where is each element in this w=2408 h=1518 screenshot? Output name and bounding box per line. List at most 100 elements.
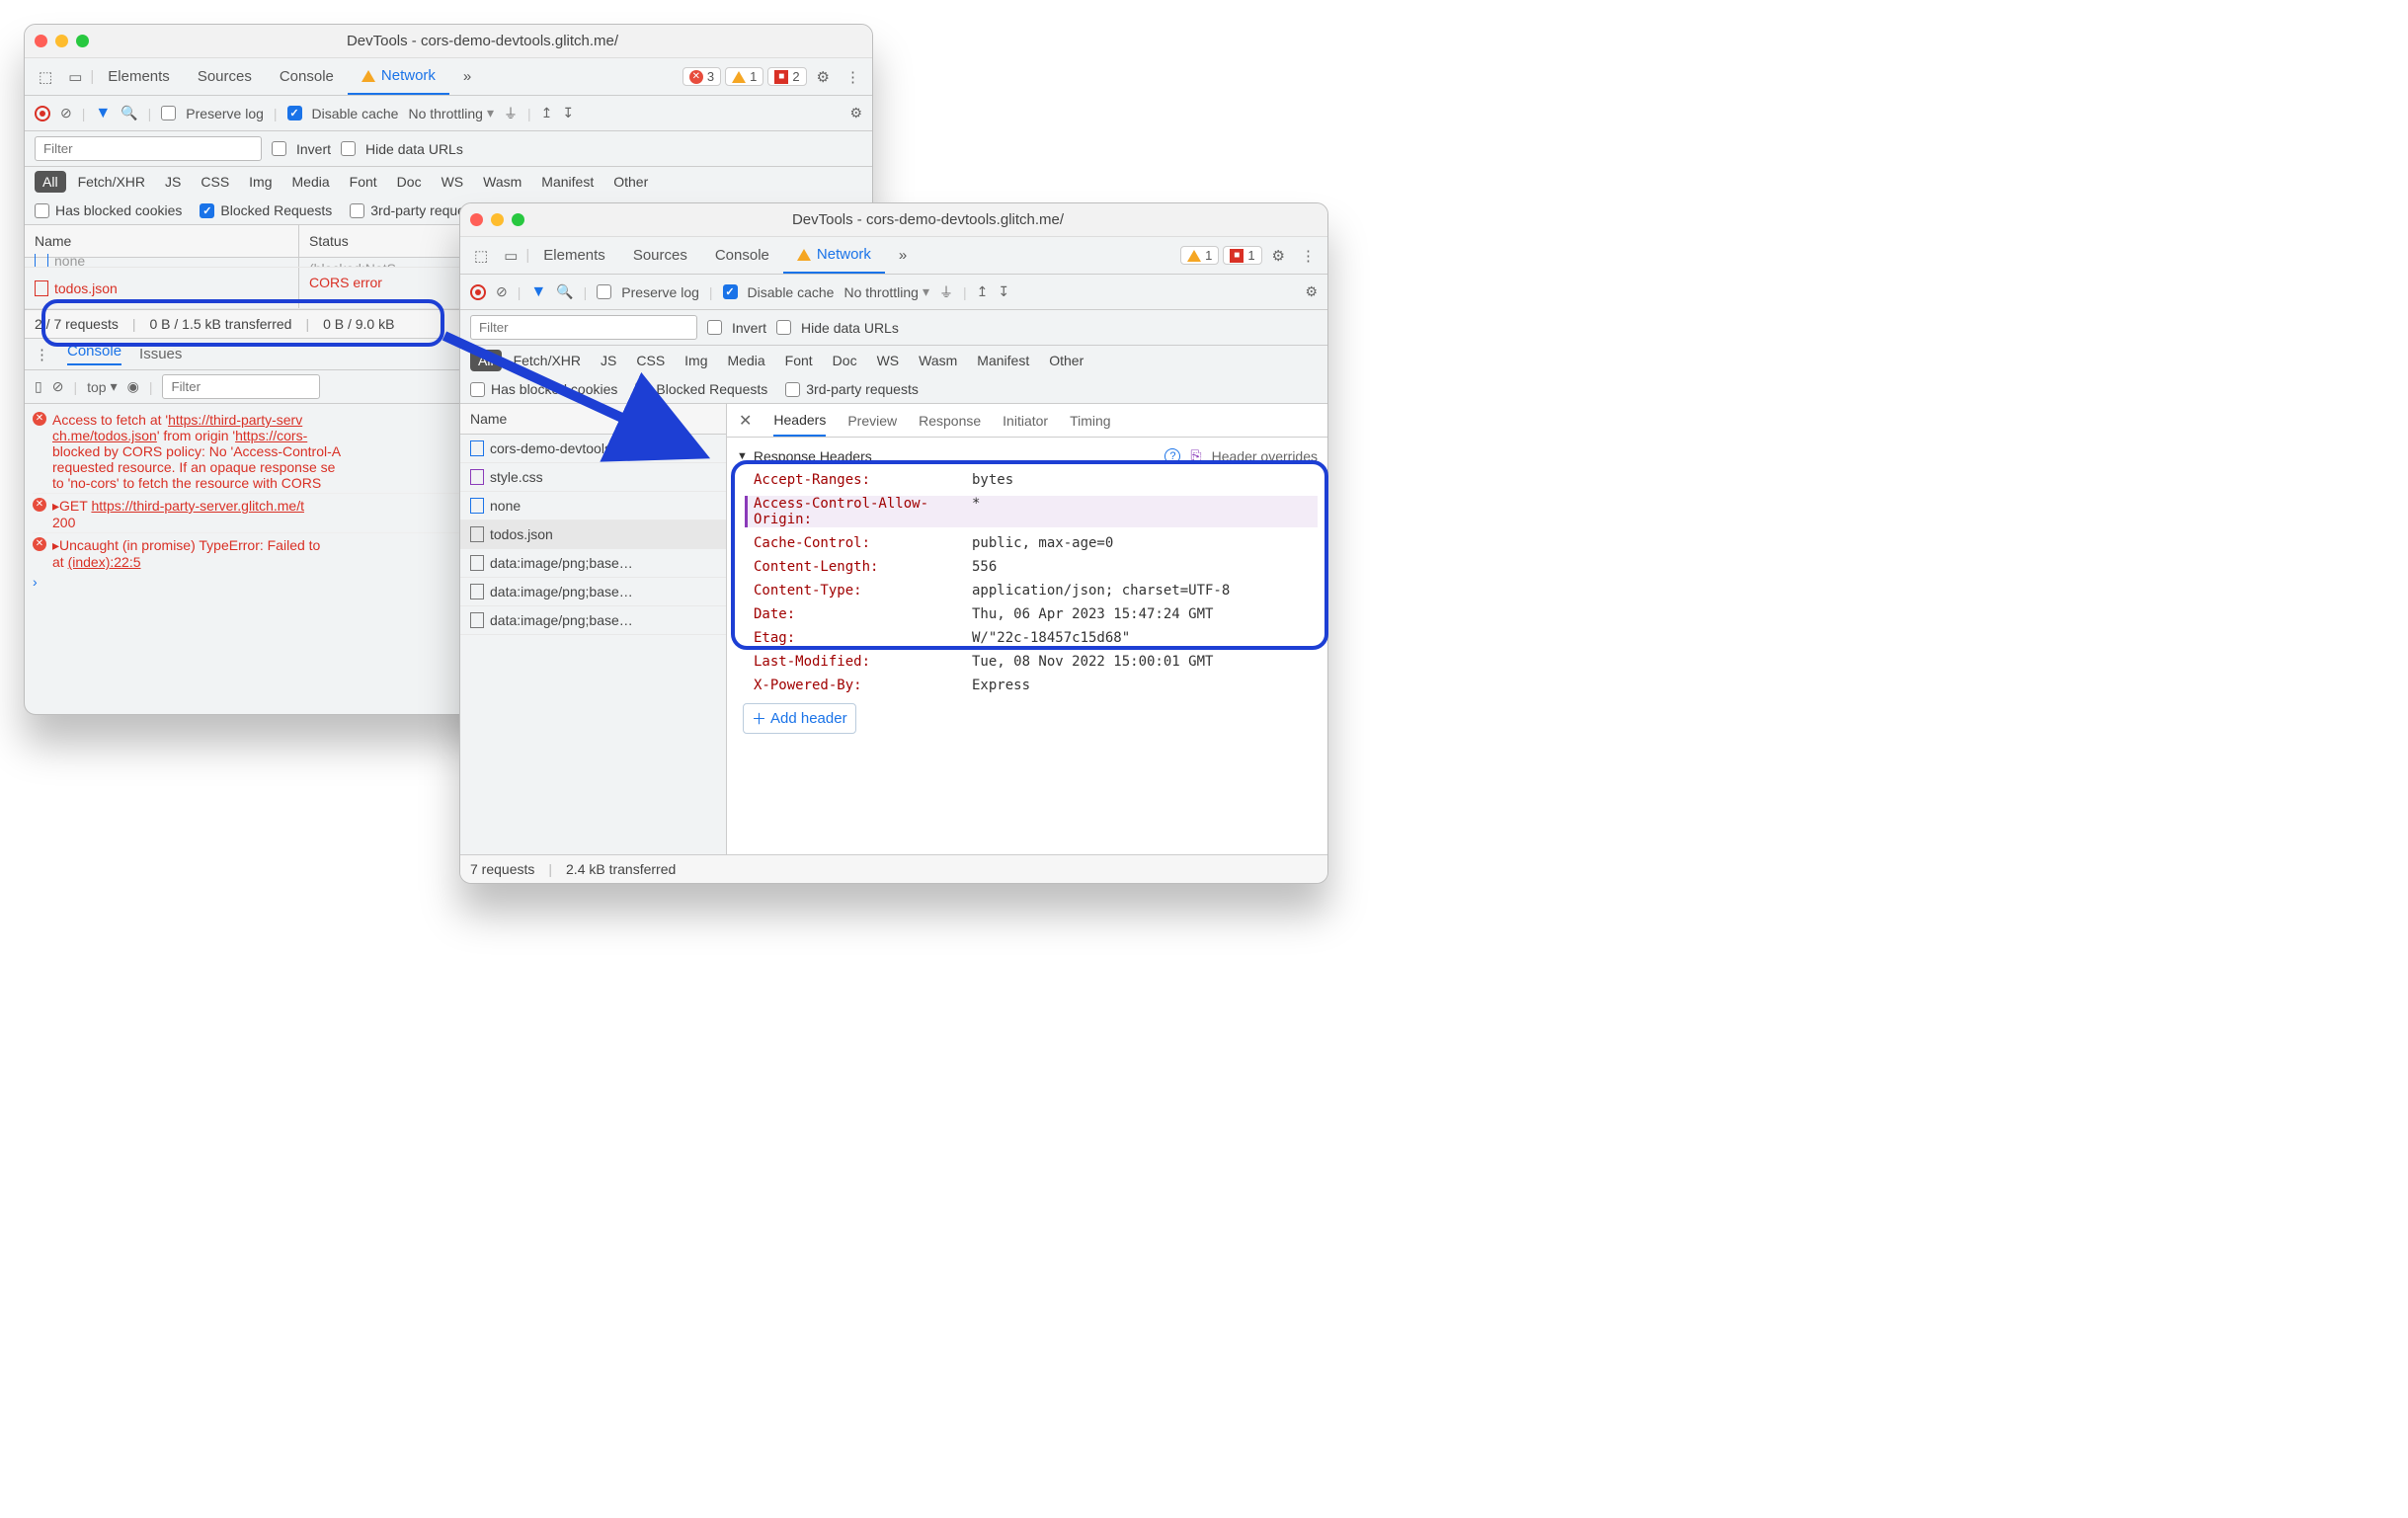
col-name-header[interactable]: Name xyxy=(460,404,726,435)
list-item[interactable]: data:image/png;base… xyxy=(460,578,726,606)
clear-icon[interactable]: ⊘ xyxy=(496,283,508,300)
error-badge[interactable]: ✕3 xyxy=(682,67,721,86)
type-css[interactable]: CSS xyxy=(628,350,673,371)
list-item[interactable]: none xyxy=(460,492,726,520)
tab-network[interactable]: Network xyxy=(348,58,449,95)
upload-icon[interactable]: ↥ xyxy=(541,105,553,121)
minimize-icon[interactable] xyxy=(491,213,504,226)
download-icon[interactable]: ↧ xyxy=(998,283,1009,300)
minimize-icon[interactable] xyxy=(55,35,68,47)
more-tabs[interactable]: » xyxy=(449,58,485,95)
record-icon[interactable] xyxy=(35,106,50,121)
hide-data-checkbox[interactable] xyxy=(341,141,356,156)
type-font[interactable]: Font xyxy=(777,350,821,371)
type-other[interactable]: Other xyxy=(605,171,656,193)
type-manifest[interactable]: Manifest xyxy=(533,171,602,193)
console-input[interactable] xyxy=(43,574,47,590)
type-wasm[interactable]: Wasm xyxy=(911,350,965,371)
inspect-icon[interactable]: ⬚ xyxy=(466,247,496,265)
wifi-icon[interactable]: ⏚ xyxy=(939,282,953,302)
tab-console[interactable]: Console xyxy=(701,237,783,274)
throttling-select[interactable]: No throttling▾ xyxy=(408,105,494,121)
preserve-log-checkbox[interactable] xyxy=(161,106,176,120)
type-img[interactable]: Img xyxy=(677,350,715,371)
warning-badge[interactable]: 1 xyxy=(1180,246,1219,265)
list-item[interactable]: data:image/png;base… xyxy=(460,549,726,578)
clear-icon[interactable]: ⊘ xyxy=(52,378,64,395)
type-other[interactable]: Other xyxy=(1041,350,1091,371)
third-party-checkbox[interactable] xyxy=(785,382,800,397)
type-fetch[interactable]: Fetch/XHR xyxy=(506,350,589,371)
tab-elements[interactable]: Elements xyxy=(94,58,184,95)
tab-response[interactable]: Response xyxy=(919,413,981,429)
tab-initiator[interactable]: Initiator xyxy=(1003,413,1048,429)
tab-sources[interactable]: Sources xyxy=(184,58,266,95)
blocked-requests-checkbox[interactable] xyxy=(200,203,214,218)
invert-checkbox[interactable] xyxy=(707,320,722,335)
third-party-checkbox[interactable] xyxy=(350,203,364,218)
header-overrides-link[interactable]: Header overrides xyxy=(1212,448,1318,464)
disable-cache-checkbox[interactable] xyxy=(287,106,302,120)
gear-icon[interactable]: ⚙ xyxy=(849,105,862,121)
type-doc[interactable]: Doc xyxy=(825,350,865,371)
list-item[interactable]: data:image/png;base… xyxy=(460,606,726,635)
device-icon[interactable]: ▭ xyxy=(496,247,525,265)
device-icon[interactable]: ▭ xyxy=(60,68,90,86)
type-ws[interactable]: WS xyxy=(434,171,472,193)
add-header-button[interactable]: ＋Add header xyxy=(743,703,856,734)
upload-icon[interactable]: ↥ xyxy=(977,283,989,300)
tab-sources[interactable]: Sources xyxy=(619,237,701,274)
type-js[interactable]: JS xyxy=(593,350,624,371)
type-media[interactable]: Media xyxy=(720,350,773,371)
close-icon[interactable]: ✕ xyxy=(739,411,752,431)
kebab-icon[interactable]: ⋮ xyxy=(1295,247,1322,265)
blocked-requests-checkbox[interactable] xyxy=(635,382,650,397)
throttling-select[interactable]: No throttling▾ xyxy=(843,283,929,300)
live-expr-icon[interactable]: ◉ xyxy=(127,378,139,395)
invert-checkbox[interactable] xyxy=(272,141,286,156)
blocked-cookies-checkbox[interactable] xyxy=(470,382,485,397)
tab-network[interactable]: Network xyxy=(783,237,885,274)
maximize-icon[interactable] xyxy=(512,213,524,226)
tab-console[interactable]: Console xyxy=(67,343,121,365)
gear-icon[interactable]: ⚙ xyxy=(1262,247,1295,265)
hide-data-checkbox[interactable] xyxy=(776,320,791,335)
help-icon[interactable]: ? xyxy=(1164,448,1180,464)
disable-cache-checkbox[interactable] xyxy=(723,284,738,299)
blocked-cookies-checkbox[interactable] xyxy=(35,203,49,218)
tab-elements[interactable]: Elements xyxy=(529,237,619,274)
type-fetch[interactable]: Fetch/XHR xyxy=(70,171,153,193)
type-media[interactable]: Media xyxy=(284,171,338,193)
tab-timing[interactable]: Timing xyxy=(1070,413,1111,429)
preserve-log-checkbox[interactable] xyxy=(597,284,611,299)
filter-icon[interactable]: ▼ xyxy=(530,283,546,301)
type-css[interactable]: CSS xyxy=(193,171,237,193)
list-item[interactable]: cors-demo-devtools.glitch.me xyxy=(460,435,726,463)
console-filter-input[interactable] xyxy=(162,374,320,399)
tab-console[interactable]: Console xyxy=(266,58,348,95)
filter-input[interactable] xyxy=(35,136,262,161)
close-icon[interactable] xyxy=(470,213,483,226)
context-select[interactable]: top ▾ xyxy=(87,378,118,395)
record-icon[interactable] xyxy=(470,284,486,300)
list-item[interactable]: style.css xyxy=(460,463,726,492)
filter-input[interactable] xyxy=(470,315,697,340)
issues-badge[interactable]: ■1 xyxy=(1223,246,1261,265)
tab-issues[interactable]: Issues xyxy=(139,346,182,362)
search-icon[interactable]: 🔍 xyxy=(556,283,573,300)
gear-icon[interactable]: ⚙ xyxy=(1305,283,1318,300)
gear-icon[interactable]: ⚙ xyxy=(807,68,840,86)
type-img[interactable]: Img xyxy=(241,171,280,193)
type-font[interactable]: Font xyxy=(342,171,385,193)
list-item[interactable]: todos.json xyxy=(460,520,726,549)
wifi-icon[interactable]: ⏚ xyxy=(504,104,518,123)
tab-preview[interactable]: Preview xyxy=(847,413,897,429)
filter-icon[interactable]: ▼ xyxy=(95,105,111,122)
type-manifest[interactable]: Manifest xyxy=(969,350,1037,371)
sidebar-icon[interactable]: ▯ xyxy=(35,378,42,395)
kebab-icon[interactable]: ⋮ xyxy=(35,346,49,363)
more-tabs[interactable]: » xyxy=(885,237,921,274)
type-all[interactable]: All xyxy=(35,171,66,193)
kebab-icon[interactable]: ⋮ xyxy=(840,68,866,86)
type-wasm[interactable]: Wasm xyxy=(475,171,529,193)
